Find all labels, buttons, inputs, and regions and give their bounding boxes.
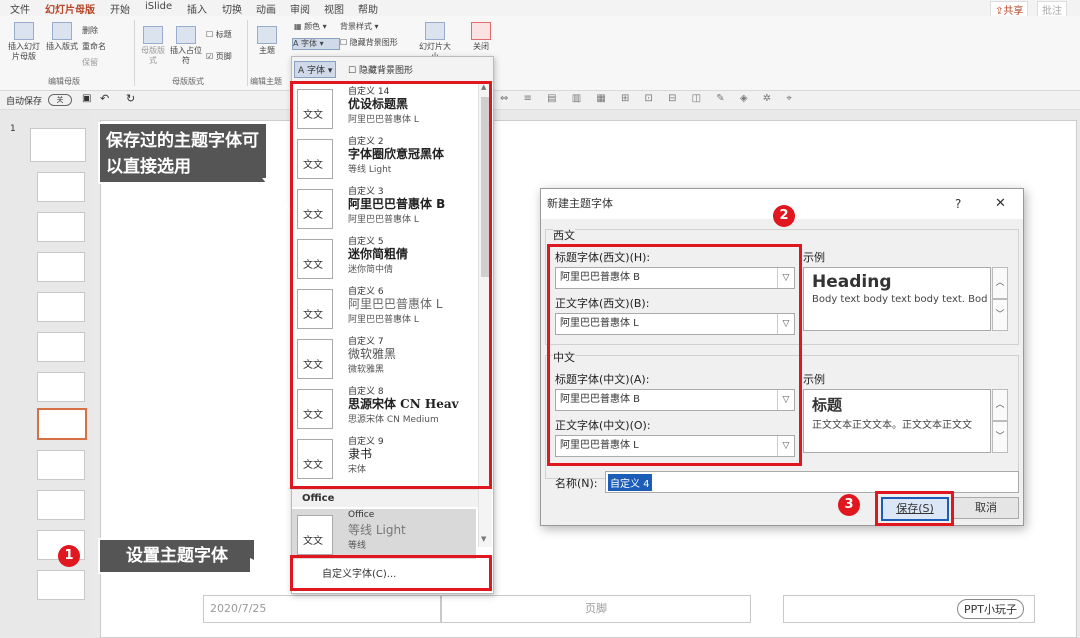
chevron-down-icon: ﹀ — [992, 421, 1008, 453]
thumbnail-layout[interactable] — [37, 372, 85, 402]
thumbnail-layout[interactable] — [37, 252, 85, 282]
dropdown-header: A 字体 ▾ ☐ 隐藏背景图形 — [292, 57, 493, 82]
title-checkbox[interactable]: ☐ 标题 — [206, 30, 246, 40]
insert-slide-master-button[interactable]: 插入幻灯片母版 — [6, 22, 42, 62]
menu-islide[interactable]: iSlide — [145, 1, 172, 12]
highlight-custom-fonts — [290, 555, 492, 591]
thumbnail-layout[interactable] — [37, 450, 85, 480]
name-label: 名称(N): — [555, 477, 598, 490]
divider — [134, 20, 135, 86]
layout-icon — [52, 22, 72, 40]
thumbnail-layout[interactable] — [37, 570, 85, 600]
fonts-button[interactable]: A 字体 ▾ — [292, 38, 340, 50]
font-preview-icon: 文文 — [297, 515, 333, 555]
font-option-office[interactable]: 文文 Office 等线 Light 等线 — [292, 509, 476, 559]
sample-western-preview: Heading Body text body text body text. B… — [803, 267, 991, 331]
scroll-down-icon[interactable]: ▼ — [481, 535, 486, 543]
divider — [247, 20, 248, 86]
menu-animations[interactable]: 动画 — [256, 1, 276, 16]
step-badge-2: 2 — [773, 205, 795, 227]
callout-pointer — [262, 178, 290, 212]
watermark: PPT小玩子 — [957, 599, 1024, 619]
footer-date-placeholder[interactable]: 2020/7/25 — [203, 595, 441, 623]
menu-home[interactable]: 开始 — [110, 1, 130, 16]
group-edit-theme: 编辑主题 — [250, 77, 282, 86]
sample-chinese-label: 示例 — [803, 373, 825, 386]
font-icon: A — [293, 39, 299, 48]
theme-button[interactable]: 主题 — [254, 26, 280, 56]
help-icon[interactable]: ? — [955, 189, 961, 219]
redo-icon[interactable]: ↻ — [126, 92, 135, 105]
chevron-up-icon: ︿ — [992, 389, 1008, 421]
menu-view[interactable]: 视图 — [324, 1, 344, 16]
placeholder-icon — [176, 26, 196, 44]
thumbnail-layout[interactable] — [37, 172, 85, 202]
sample-western-scroll[interactable]: ︿ ﹀ — [992, 267, 1008, 331]
menu-file[interactable]: 文件 — [10, 1, 30, 16]
footer-checkbox[interactable]: ☑ 页脚 — [206, 52, 246, 62]
thumbnail-layout[interactable] — [37, 292, 85, 322]
rename-button[interactable]: 重命名 — [82, 42, 122, 52]
close-icon — [471, 22, 491, 40]
callout-saved-fonts: 保存过的主题字体可以直接选用 — [98, 122, 268, 184]
office-section-header: Office — [292, 489, 478, 507]
theme-name-input[interactable]: 自定义 4 — [605, 471, 1019, 493]
theme-icon — [257, 26, 277, 44]
thumbnail-layout[interactable] — [37, 332, 85, 362]
menu-help[interactable]: 帮助 — [358, 1, 378, 16]
chevron-down-icon: ﹀ — [992, 299, 1008, 331]
palette-icon: ▦ — [294, 22, 302, 31]
master-layout-icon — [143, 26, 163, 44]
menu-insert[interactable]: 插入 — [187, 1, 207, 16]
preserve-button[interactable]: 保留 — [82, 58, 122, 68]
autosave-toggle[interactable]: 关 — [48, 94, 72, 106]
thumbnail-layout[interactable] — [37, 490, 85, 520]
dialog-title: 新建主题字体 — [547, 197, 613, 210]
group-edit-master: 编辑母版 — [48, 77, 80, 86]
quick-access-toolbar: 自动保存 关 ▣ ↶ ↻ ⇔ ≡ ▤ ▥ ▦ ⊞ ⊡ ⊟ ◫ ✎ ◈ ✲ ⌖ — [0, 91, 1080, 110]
thumbnail-master[interactable] — [30, 128, 86, 162]
thumbnail-layout[interactable] — [37, 212, 85, 242]
menu-review[interactable]: 审阅 — [290, 1, 310, 16]
fonts-button-echo[interactable]: A 字体 ▾ — [294, 61, 337, 78]
callout-pointer — [250, 558, 286, 576]
sample-chinese-scroll[interactable]: ︿ ﹀ — [992, 389, 1008, 453]
save-icon[interactable]: ▣ — [82, 93, 91, 104]
undo-icon[interactable]: ↶ — [100, 92, 109, 105]
insert-layout-button[interactable]: 插入版式 — [44, 22, 80, 52]
highlight-font-selectors — [547, 244, 802, 466]
delete-button[interactable]: 删除 — [82, 26, 122, 36]
close-master-view-button[interactable]: 关闭 — [466, 22, 496, 52]
hide-bg-checkbox[interactable]: ☐ 隐藏背景图形 — [340, 38, 410, 48]
highlight-save-button — [875, 491, 954, 526]
callout-set-theme-fonts: 设置主题字体 — [98, 538, 256, 574]
slide-number: 1 — [10, 124, 16, 134]
menu-bar: 文件 幻灯片母版 开始 iSlide 插入 切换 动画 审阅 视图 帮助 ⇪共享… — [0, 0, 1080, 19]
close-icon[interactable]: ✕ — [995, 189, 1006, 219]
western-section-label: 西文 — [553, 227, 575, 243]
colors-button[interactable]: ▦ 颜色 ▾ — [294, 22, 338, 32]
group-master-layout: 母版版式 — [172, 77, 204, 86]
thumbnail-layout-selected[interactable] — [37, 408, 87, 440]
master-layout-button[interactable]: 母版版式 — [138, 26, 168, 66]
autosave-label: 自动保存 — [6, 97, 43, 107]
insert-placeholder-button[interactable]: 插入占位符 — [170, 26, 202, 66]
slide-size-icon — [425, 22, 445, 40]
menu-transitions[interactable]: 切换 — [222, 1, 242, 16]
cancel-button[interactable]: 取消 — [953, 497, 1019, 519]
step-badge-3: 3 — [838, 494, 860, 516]
highlight-saved-fonts — [290, 81, 492, 489]
footer-text-placeholder[interactable]: 页脚 — [441, 595, 751, 623]
slide-master-icon — [14, 22, 34, 40]
format-toolbar-icons[interactable]: ⇔ ≡ ▤ ▥ ▦ ⊞ ⊡ ⊟ ◫ ✎ ◈ ✲ ⌖ — [500, 93, 798, 104]
ribbon: 插入幻灯片母版 插入版式 删除 重命名 保留 编辑母版 母版版式 插入占位符 ☐… — [0, 16, 1080, 91]
sample-western-label: 示例 — [803, 251, 825, 264]
hide-bg-checkbox-echo[interactable]: ☐ 隐藏背景图形 — [348, 63, 413, 76]
sample-chinese-preview: 标题 正文文本正文文本。正文文本正文文 — [803, 389, 991, 453]
background-styles-button[interactable]: 背景样式 ▾ — [340, 22, 404, 32]
step-badge-1: 1 — [58, 545, 80, 567]
chevron-up-icon: ︿ — [992, 267, 1008, 299]
